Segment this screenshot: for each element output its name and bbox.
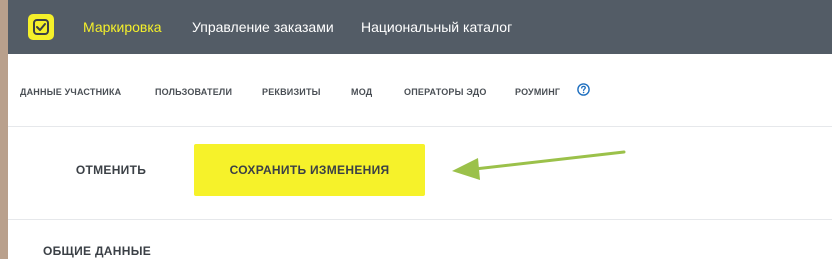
nav-item-national-catalog[interactable]: Национальный каталог <box>361 19 512 35</box>
section-title-general-data: ОБЩИЕ ДАННЫЕ <box>43 244 152 258</box>
nav-item-order-management[interactable]: Управление заказами <box>192 19 334 35</box>
tab-requisites[interactable]: РЕКВИЗИТЫ <box>262 87 321 97</box>
tab-users[interactable]: ПОЛЬЗОВАТЕЛИ <box>155 87 232 97</box>
tab-edo-operators[interactable]: ОПЕРАТОРЫ ЭДО <box>404 87 487 97</box>
tab-roaming[interactable]: РОУМИНГ <box>515 87 560 97</box>
checkmark-logo-icon[interactable] <box>28 14 54 40</box>
green-arrow-icon <box>452 150 626 180</box>
nav-item-marking[interactable]: Маркировка <box>83 19 162 35</box>
form-actions: ОТМЕНИТЬ СОХРАНИТЬ ИЗМЕНЕНИЯ <box>8 127 832 219</box>
question-circle-icon[interactable] <box>577 83 590 96</box>
left-edge-strip <box>0 0 8 259</box>
tab-participant-data[interactable]: ДАННЫЕ УЧАСТНИКА <box>20 87 121 97</box>
section-divider <box>8 219 832 220</box>
tabs-row: ДАННЫЕ УЧАСТНИКА ПОЛЬЗОВАТЕЛИ РЕКВИЗИТЫ … <box>8 54 832 127</box>
tab-mod[interactable]: МОД <box>351 87 372 97</box>
save-changes-button[interactable]: СОХРАНИТЬ ИЗМЕНЕНИЯ <box>194 144 425 196</box>
cancel-button[interactable]: ОТМЕНИТЬ <box>61 159 161 181</box>
top-navigation-bar: Маркировка Управление заказами Националь… <box>8 0 832 54</box>
